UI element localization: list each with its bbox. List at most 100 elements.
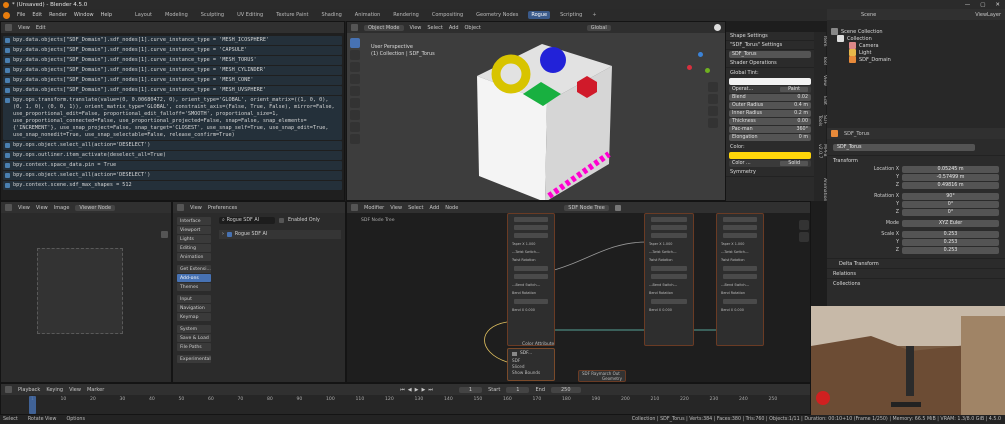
camera-view-icon[interactable] (708, 106, 718, 116)
addon-search-input[interactable]: ⌕ Rogue SDF AI (219, 216, 275, 224)
tab-scripting[interactable]: Scripting (557, 11, 585, 19)
select-box-tool-icon[interactable] (350, 38, 360, 48)
addon-enabled-checkbox[interactable] (226, 232, 232, 237)
sdf-output-node[interactable]: SDF... SDF Sliced Show Bounds (507, 348, 555, 381)
scene-selector[interactable]: Scene (861, 12, 876, 18)
scale-tool-icon[interactable] (350, 86, 360, 96)
prefs-menu-preferences[interactable]: Preferences (208, 205, 237, 211)
symmetry-panel[interactable]: Symmetry (726, 168, 814, 177)
view-layer-selector[interactable]: ViewLayer (975, 12, 1001, 18)
enabled-only-checkbox[interactable] (279, 217, 284, 223)
tab-edit[interactable]: Edit (817, 96, 827, 105)
pref-lights[interactable]: Lights (177, 235, 211, 243)
node-field[interactable] (514, 225, 548, 230)
image-editor-icon[interactable] (5, 204, 12, 211)
pref-add-ons[interactable]: Add-ons (177, 274, 211, 282)
rotate-tool-icon[interactable] (350, 74, 360, 84)
timeline[interactable]: Playback Keying View Marker ⏮ ◀ ▶ ▶ ⏭ 1 … (0, 383, 811, 415)
tab-tool[interactable]: Tool (817, 56, 827, 65)
global-tint-swatch[interactable] (729, 78, 811, 85)
tab-animation-side[interactable]: Animation (817, 178, 827, 201)
orientation-dropdown[interactable]: Global (586, 24, 611, 31)
pref-save-load[interactable]: Save & Load (177, 334, 211, 342)
menu-window[interactable]: Window (74, 12, 94, 18)
rotation-x-field[interactable]: Rotation X 90° (827, 192, 1005, 200)
menu-file[interactable]: File (17, 12, 25, 18)
show-bounds-checkbox[interactable]: Show Bounds (512, 370, 554, 376)
node-field[interactable] (651, 266, 687, 271)
pref-animation[interactable]: Animation (177, 253, 211, 261)
tab-sdf-tools[interactable]: SDF Tools (817, 115, 827, 133)
python-console[interactable]: View Edit bpy.data.objects["SDF_Domain"]… (0, 21, 345, 201)
navigation-gizmo[interactable] (687, 52, 713, 78)
outliner-item-camera[interactable]: Camera (827, 42, 1005, 49)
3d-viewport[interactable]: Object Mode View Select Add Object Globa… (346, 21, 726, 201)
sdf-node-left[interactable]: Taper X 1.000 ---Twist Switch--- Twist R… (507, 213, 555, 346)
console-editor-icon[interactable] (5, 24, 12, 31)
pan-hand-icon[interactable] (799, 232, 809, 242)
timeline-menu-keying[interactable]: Keying (46, 387, 63, 393)
playhead[interactable] (29, 396, 36, 414)
tab-rendering[interactable]: Rendering (390, 11, 422, 19)
node-field[interactable] (723, 225, 757, 230)
rotation-z-field[interactable]: Z 0° (827, 208, 1005, 216)
play-icon[interactable]: ▶ (415, 387, 419, 393)
relations-panel[interactable]: Relations (827, 268, 1005, 278)
console-menu-edit[interactable]: Edit (36, 25, 46, 31)
current-frame-field[interactable]: 1 (458, 386, 483, 393)
image-editor[interactable]: View View Image Viewer Node (0, 201, 172, 383)
expand-arrow-icon[interactable]: › (222, 232, 224, 237)
color-mode-dropdown[interactable]: Color ... Solid (729, 160, 811, 167)
node-field[interactable] (723, 299, 757, 304)
node-field[interactable] (514, 217, 548, 222)
console-menu-view[interactable]: View (18, 25, 30, 31)
color-swatch[interactable] (729, 152, 811, 159)
tab-animation[interactable]: Animation (352, 11, 384, 19)
cursor-tool-icon[interactable] (350, 50, 360, 60)
inner-radius-field[interactable]: Inner Radius 0.2 m (729, 110, 811, 117)
thickness-field[interactable]: Thickness 0.00 (729, 118, 811, 125)
jump-start-icon[interactable]: ⏮ (400, 387, 405, 393)
node-field[interactable] (514, 266, 548, 271)
pref-get-extensions[interactable]: Get Extensi... (177, 265, 211, 273)
move-tool-icon[interactable] (350, 62, 360, 72)
tab-uv-editing[interactable]: UV Editing (234, 11, 266, 19)
node-field[interactable] (651, 233, 687, 238)
preferences-editor[interactable]: View Preferences ⌕ Rogue SDF AI Enabled O… (172, 201, 346, 383)
viewer-node-selector[interactable]: Viewer Node (75, 204, 116, 211)
start-frame-field[interactable]: 1 (506, 386, 530, 393)
jump-end-icon[interactable]: ⏭ (428, 387, 433, 393)
timeline-editor-icon[interactable] (5, 386, 12, 393)
node-field[interactable] (651, 299, 687, 304)
viewport-menu-add[interactable]: Add (449, 25, 459, 31)
add-cube-tool-icon[interactable] (350, 134, 360, 144)
rotation-mode-dropdown[interactable]: Mode XYZ Euler (827, 219, 1005, 227)
outliner[interactable]: Scene ViewLayer Scene Collection Collect… (827, 9, 1005, 128)
viewport-menu-view[interactable]: View (410, 25, 422, 31)
tab-modeling[interactable]: Modeling (162, 11, 191, 19)
pref-navigation[interactable]: Navigation (177, 304, 211, 312)
location-y-field[interactable]: Y -0.57499 m (827, 173, 1005, 181)
image-menu-view-2[interactable]: View (36, 205, 48, 211)
pref-themes[interactable]: Themes (177, 283, 211, 291)
node-field[interactable] (651, 217, 687, 222)
scale-x-field[interactable]: Scale X 0.253 (827, 230, 1005, 238)
scale-y-field[interactable]: Y 0.253 (827, 238, 1005, 246)
timeline-menu-playback[interactable]: Playback (18, 387, 40, 393)
transform-tool-icon[interactable] (350, 98, 360, 108)
menu-render[interactable]: Render (49, 12, 67, 18)
end-frame-field[interactable]: 250 (551, 386, 581, 393)
elongation-field[interactable]: Elongation 0 m (729, 134, 811, 141)
zoom-icon[interactable] (799, 220, 809, 230)
delta-transform-panel[interactable]: Delta Transform (827, 258, 1005, 268)
preferences-editor-icon[interactable] (177, 204, 184, 211)
image-menu-view[interactable]: View (18, 205, 30, 211)
pref-experimental[interactable]: Experimental (177, 355, 211, 363)
timeline-menu-marker[interactable]: Marker (87, 387, 104, 393)
pref-file-paths[interactable]: File Paths (177, 343, 211, 351)
pref-input[interactable]: Input (177, 295, 211, 303)
blender-menu-icon[interactable] (3, 11, 10, 19)
zoom-icon[interactable] (708, 82, 718, 92)
scene-collection-row[interactable]: Scene Collection (827, 28, 1005, 35)
node-field[interactable] (723, 233, 757, 238)
